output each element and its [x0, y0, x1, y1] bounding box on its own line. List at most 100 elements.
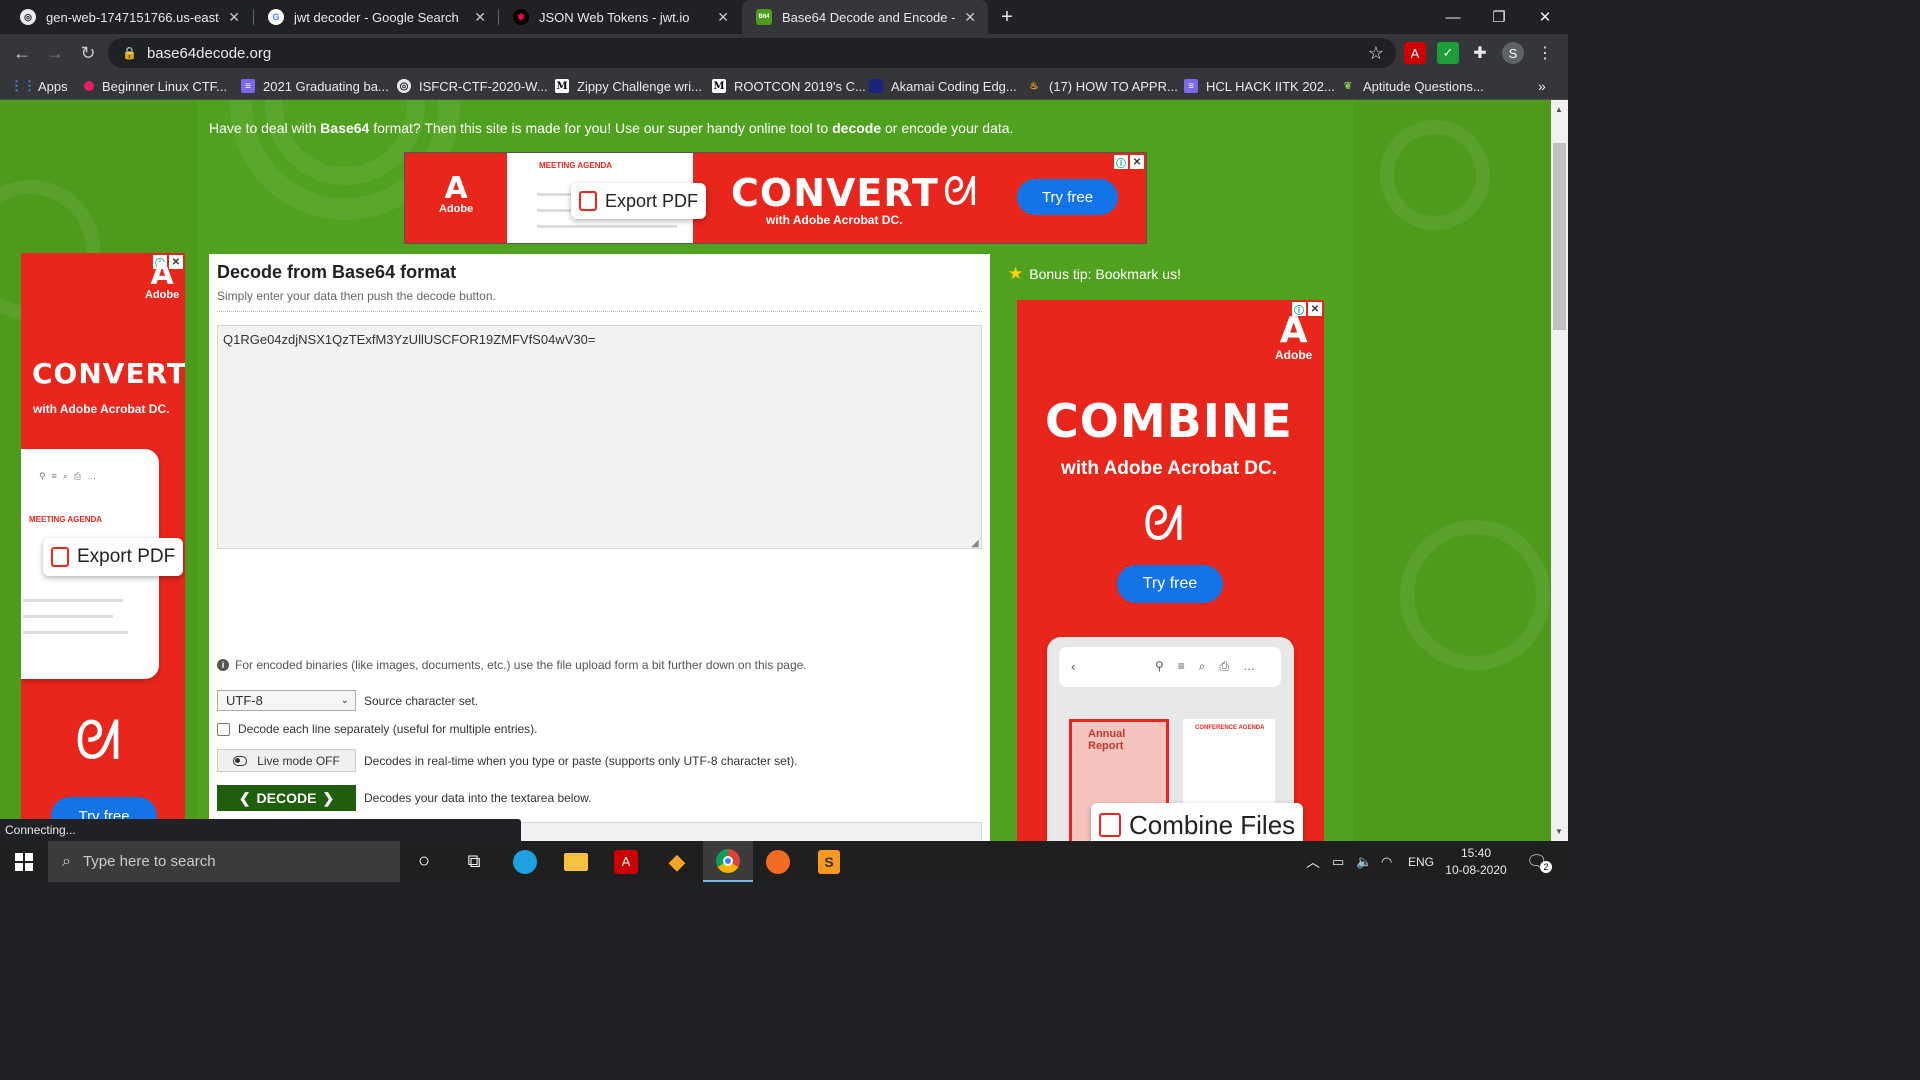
burp-icon[interactable] — [753, 841, 803, 882]
menu-kebab-icon[interactable]: ⋮ — [1534, 42, 1556, 64]
dot-icon — [84, 81, 94, 91]
ad-agenda-text: MEETING AGENDA — [29, 515, 103, 524]
live-mode-label: Live mode OFF — [257, 753, 340, 768]
convert-headline: CONVERT — [32, 357, 185, 390]
bookmark-star-icon[interactable]: ☆ — [1368, 43, 1384, 64]
adobe-logo: A Adobe — [145, 260, 179, 302]
ad-close-icon[interactable]: ✕ — [1130, 155, 1144, 169]
bookmark-item[interactable]: Beginner Linux CTF... — [84, 72, 227, 100]
git-icon[interactable]: ◆ — [652, 841, 702, 882]
adobe-logo: A Adobe — [439, 171, 473, 216]
tab-base64[interactable]: B64 Base64 Decode and Encode - On ✕ — [742, 0, 988, 34]
live-mode-toggle[interactable]: Live mode OFF — [217, 749, 356, 772]
file-explorer-icon[interactable] — [551, 841, 601, 882]
search-icon: ⌕ — [62, 852, 71, 870]
back-icon[interactable]: ← — [9, 40, 35, 66]
tab-title: Base64 Decode and Encode - On — [782, 9, 956, 25]
tab-title: jwt decoder - Google Search — [294, 9, 459, 25]
taskbar-search[interactable]: ⌕ Type here to search — [48, 841, 400, 882]
decode-each-line-checkbox[interactable] — [217, 722, 230, 736]
tab-google-search[interactable]: G jwt decoder - Google Search ✕ — [254, 0, 498, 34]
ad-toolbar-icons: ⚲≡⌕⎙… — [1155, 659, 1270, 673]
charset-select[interactable]: UTF-8 ⌄ — [217, 690, 356, 711]
lock-icon: 🔒 — [122, 46, 137, 60]
try-free-button[interactable]: Try free — [1017, 179, 1118, 215]
acrobat-tagline: with Adobe Acrobat DC. — [1061, 458, 1278, 479]
page-scrollbar[interactable]: ▲ ▼ — [1551, 100, 1568, 841]
bookmark-item[interactable]: ◎ ISFCR-CTF-2020-W... — [397, 72, 548, 100]
restore-icon[interactable]: ❐ — [1476, 0, 1522, 34]
chrome-icon[interactable] — [703, 841, 753, 882]
bookmark-item[interactable]: ≡ HCL HACK IITK 202... — [1184, 72, 1335, 100]
forward-icon[interactable]: → — [42, 40, 68, 66]
close-icon[interactable]: ✕ — [474, 9, 486, 26]
tab-gen-web[interactable]: ◎ gen-web-1747151766.us-east-1.a ✕ — [6, 0, 252, 34]
bookmarks-overflow-icon[interactable]: » — [1538, 72, 1546, 100]
adobe-wordmark: Adobe — [1275, 348, 1313, 362]
top-banner-ad[interactable]: ⓘ ✕ A Adobe MEETING AGENDA Export PDF CONV… — [404, 152, 1147, 244]
tab-jwt-io[interactable]: ✱ JSON Web Tokens - jwt.io ✕ — [499, 0, 741, 34]
bookmark-label: ISFCR-CTF-2020-W... — [419, 78, 548, 94]
pdf-icon — [579, 191, 597, 211]
close-icon[interactable]: ✕ — [964, 9, 976, 26]
task-view-icon[interactable]: ⧉ — [449, 841, 499, 882]
cortana-icon[interactable]: ○ — [399, 841, 449, 882]
decoder-panel: Decode from Base64 format Simply enter y… — [209, 254, 990, 841]
scrollbar-thumb[interactable] — [1553, 143, 1566, 330]
bookmark-item[interactable]: ❦ Aptitude Questions... — [1341, 72, 1484, 100]
decode-button[interactable]: ❮ DECODE ❯ — [217, 785, 356, 811]
bookmark-item[interactable]: ≡ 2021 Graduating ba... — [241, 72, 389, 100]
wifi-icon[interactable]: ◠ — [1381, 841, 1392, 882]
export-pdf-label: Export PDF — [605, 190, 699, 211]
resize-handle-icon[interactable]: ◢ — [971, 538, 979, 549]
export-pdf-badge: Export PDF — [43, 538, 184, 576]
scroll-up-icon[interactable]: ▲ — [1555, 105, 1563, 114]
new-tab-button[interactable]: + — [984, 0, 1030, 34]
bookmark-item[interactable]: M ROOTCON 2019's C... — [712, 72, 866, 100]
reload-icon[interactable]: ↻ — [75, 40, 101, 66]
sublime-text-icon[interactable]: S — [804, 841, 854, 882]
annual-report-label: Annual Report — [1088, 728, 1126, 752]
acrobat-extension-icon[interactable]: A — [1404, 42, 1426, 64]
network-icon[interactable]: ▭ — [1332, 841, 1344, 882]
charset-row: UTF-8 ⌄ Source character set. — [217, 690, 478, 711]
left-skyscraper-ad[interactable]: ⓘ ✕ A Adobe CONVERT with Adobe Acrobat DC.… — [21, 253, 185, 841]
base64-icon: B64 — [756, 9, 772, 25]
bookmark-item[interactable]: Akamai Coding Edg... — [869, 72, 1017, 100]
base64-input-textarea[interactable]: Q1RGe04zdjNSX1QzTExfM3YzUllUSCFOR19ZMFVf… — [217, 325, 982, 549]
acrobat-symbol-icon: ᘛ — [75, 709, 121, 772]
extensions-puzzle-icon[interactable]: ✚ — [1469, 42, 1491, 64]
ad-info-icon[interactable]: ⓘ — [1114, 155, 1128, 170]
volume-icon[interactable]: 🔈 — [1356, 841, 1372, 882]
bookmark-apps[interactable]: ⋮⋮ Apps — [10, 72, 68, 100]
line-mode-row: Decode each line separately (useful for … — [217, 722, 537, 736]
list-icon: ≡ — [1184, 79, 1198, 93]
windows-start-icon[interactable] — [0, 841, 48, 882]
address-bar[interactable]: 🔒 base64decode.org ☆ — [108, 38, 1396, 68]
close-icon[interactable]: ✕ — [228, 9, 240, 26]
chevron-left-icon: ❮ — [238, 789, 251, 806]
binary-upload-tip: i For encoded binaries (like images, docu… — [217, 658, 807, 672]
ad-badge[interactable]: ⓘ ✕ — [1114, 155, 1144, 170]
bookmark-label: Akamai Coding Edg... — [891, 78, 1017, 94]
minimize-icon[interactable]: — — [1430, 0, 1476, 34]
scroll-down-icon[interactable]: ▼ — [1555, 827, 1563, 836]
browser-toolbar: ← → ↻ 🔒 base64decode.org ☆ A ✓ ✚ S ⋮ — [0, 34, 1568, 72]
clock[interactable]: 15:40 10-08-2020 — [1445, 841, 1507, 882]
check-extension-icon[interactable]: ✓ — [1437, 42, 1459, 64]
bookmark-item[interactable]: ♨ (17) HOW TO APPR... — [1027, 72, 1178, 100]
right-skyscraper-ad[interactable]: ⓘ ✕ A Adobe COMBINE with Adobe Acrobat DC.… — [1017, 300, 1324, 841]
edge-icon[interactable] — [500, 841, 550, 882]
clock-time: 15:40 — [1460, 845, 1492, 860]
profile-avatar[interactable]: S — [1502, 42, 1524, 64]
adobe-a-icon: A — [444, 171, 468, 206]
try-free-button[interactable]: Try free — [1117, 565, 1223, 603]
close-icon[interactable]: ✕ — [717, 9, 729, 26]
language-indicator[interactable]: ENG — [1408, 841, 1434, 882]
background-pattern — [1380, 120, 1490, 230]
acrobat-reader-icon[interactable]: A — [601, 841, 651, 882]
bookmark-label: Beginner Linux CTF... — [102, 78, 228, 94]
tray-chevron-icon[interactable]: ︿ — [1306, 841, 1320, 882]
bookmark-item[interactable]: M Zippy Challenge wri... — [555, 72, 702, 100]
window-close-icon[interactable]: ✕ — [1522, 0, 1568, 34]
